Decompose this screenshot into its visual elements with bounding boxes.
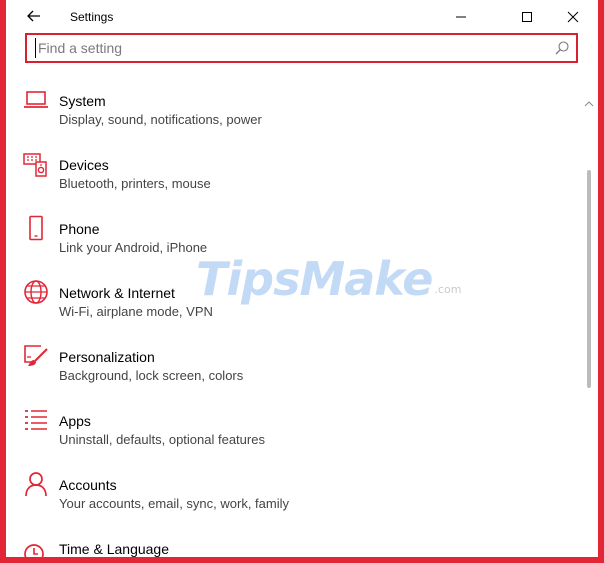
- category-label: Apps: [59, 413, 91, 429]
- minimize-icon: [456, 16, 466, 17]
- minimize-button[interactable]: [438, 0, 484, 33]
- category-description: Wi-Fi, airplane mode, VPN: [59, 304, 213, 319]
- category-phone[interactable]: Phone Link your Android, iPhone: [6, 212, 566, 264]
- devices-icon: [22, 150, 50, 178]
- category-description: Display, sound, notifications, power: [59, 112, 262, 127]
- category-label: Devices: [59, 157, 109, 173]
- category-devices[interactable]: Devices Bluetooth, printers, mouse: [6, 148, 566, 200]
- clock-icon: [22, 540, 50, 557]
- category-label: Network & Internet: [59, 285, 175, 301]
- category-personalization[interactable]: Personalization Background, lock screen,…: [6, 340, 566, 392]
- title-bar: Settings: [6, 0, 598, 33]
- close-icon: [567, 11, 579, 22]
- globe-icon: [22, 278, 50, 306]
- paint-icon: [22, 342, 50, 370]
- maximize-button[interactable]: [504, 0, 550, 33]
- category-label: Phone: [59, 221, 100, 237]
- settings-window: Settings Find a setting System Display, …: [0, 0, 604, 563]
- scrollbar[interactable]: [583, 100, 595, 557]
- back-arrow-icon: [27, 10, 40, 22]
- back-button[interactable]: [20, 4, 48, 28]
- category-description: Background, lock screen, colors: [59, 368, 244, 383]
- category-description: Uninstall, defaults, optional features: [59, 432, 265, 447]
- category-description: Link your Android, iPhone: [59, 240, 208, 255]
- category-apps[interactable]: Apps Uninstall, defaults, optional featu…: [6, 404, 566, 456]
- scroll-up-arrow-icon[interactable]: [584, 100, 594, 108]
- close-button[interactable]: [550, 0, 596, 33]
- category-label: Time & Language: [59, 541, 169, 557]
- category-description: Bluetooth, printers, mouse: [59, 176, 211, 191]
- category-network[interactable]: Network & Internet Wi-Fi, airplane mode,…: [6, 276, 566, 328]
- window-title: Settings: [70, 10, 114, 24]
- phone-icon: [22, 214, 50, 242]
- person-icon: [22, 470, 50, 498]
- category-time-language[interactable]: Time & Language: [6, 532, 566, 557]
- search-box[interactable]: [25, 33, 578, 63]
- scroll-thumb[interactable]: [587, 170, 591, 388]
- maximize-icon: [522, 11, 532, 22]
- apps-list-icon: [22, 406, 50, 434]
- category-system[interactable]: System Display, sound, notifications, po…: [6, 84, 566, 136]
- category-label: Personalization: [59, 349, 155, 365]
- search-icon[interactable]: [554, 40, 570, 56]
- category-label: System: [59, 93, 106, 109]
- category-description: Your accounts, email, sync, work, family: [59, 496, 289, 511]
- search-input[interactable]: [35, 38, 538, 58]
- category-accounts[interactable]: Accounts Your accounts, email, sync, wor…: [6, 468, 566, 520]
- laptop-icon: [22, 86, 50, 114]
- category-label: Accounts: [59, 477, 117, 493]
